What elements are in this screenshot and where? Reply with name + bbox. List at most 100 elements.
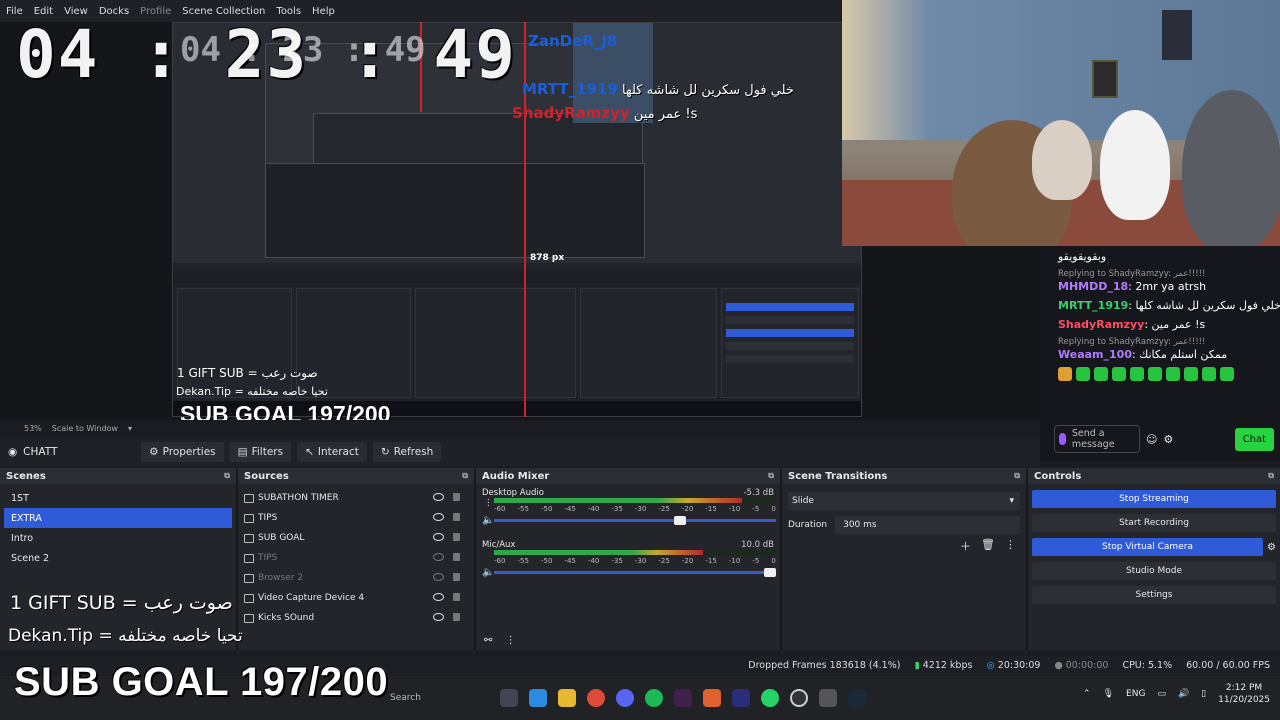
chrome-icon[interactable] bbox=[587, 689, 605, 707]
transition-select[interactable]: Slide ▾ bbox=[788, 492, 1020, 510]
lock-icon[interactable] bbox=[453, 613, 460, 621]
meter-tick: -30 bbox=[634, 505, 647, 513]
whatsapp-icon[interactable] bbox=[761, 689, 779, 707]
chat-button[interactable]: Chat bbox=[1234, 427, 1274, 451]
trash-icon[interactable]: 🗑 bbox=[981, 538, 995, 554]
stop-virtual-camera-button[interactable]: Stop Virtual Camera bbox=[1032, 538, 1264, 556]
app-icon[interactable] bbox=[674, 689, 692, 707]
meter-tick: -10 bbox=[728, 557, 741, 565]
scene-item[interactable]: Scene 2 bbox=[4, 548, 232, 568]
chat-send-input[interactable]: Send a message bbox=[1054, 425, 1140, 453]
volume-slider[interactable] bbox=[494, 516, 776, 525]
source-item[interactable]: Kicks SOund bbox=[238, 608, 474, 628]
lock-icon[interactable] bbox=[453, 593, 460, 601]
dock-float-icon[interactable]: ⧉ bbox=[1014, 471, 1020, 481]
lock-icon[interactable] bbox=[453, 533, 460, 541]
dock-float-icon[interactable]: ⧉ bbox=[224, 471, 230, 481]
eye-hidden-icon[interactable] bbox=[433, 553, 444, 561]
lock-icon[interactable] bbox=[453, 573, 460, 581]
source-item[interactable]: Video Capture Device 4 bbox=[238, 588, 474, 608]
dock-float-icon[interactable]: ⧉ bbox=[462, 471, 468, 481]
zoom-bar: 53% Scale to Window ▾ bbox=[0, 420, 1040, 436]
source-item[interactable]: SUB GOAL bbox=[238, 528, 474, 548]
source-item[interactable]: SUBATHON TIMER bbox=[238, 488, 474, 508]
link-icon[interactable]: ⚯ bbox=[484, 635, 492, 646]
dock-float-icon[interactable]: ⧉ bbox=[768, 471, 774, 481]
kebab-menu-icon[interactable]: ⋮ bbox=[484, 498, 493, 508]
scene-item[interactable]: Intro bbox=[4, 528, 232, 548]
menu-profile[interactable]: Profile bbox=[140, 6, 171, 17]
volume-slider[interactable] bbox=[494, 568, 776, 577]
obs-icon[interactable] bbox=[790, 689, 808, 707]
source-item[interactable]: TIPS bbox=[238, 508, 474, 528]
virtual-camera-row: Stop Virtual Camera ⚙ bbox=[1028, 532, 1276, 556]
eye-icon[interactable] bbox=[433, 613, 444, 621]
language-indicator[interactable]: ENG bbox=[1126, 689, 1145, 699]
plus-icon[interactable]: ＋ bbox=[960, 538, 971, 554]
battery-icon[interactable]: ▯ bbox=[1201, 689, 1206, 699]
network-icon[interactable]: ▭ bbox=[1157, 689, 1166, 699]
eye-icon[interactable] bbox=[433, 533, 444, 541]
studio-mode-button[interactable]: Studio Mode bbox=[1032, 562, 1276, 580]
source-item[interactable]: Browser 2 bbox=[238, 568, 474, 588]
file-explorer-icon[interactable] bbox=[558, 689, 576, 707]
refresh-button[interactable]: ↻ Refresh bbox=[372, 442, 442, 462]
task-view-icon[interactable] bbox=[500, 689, 518, 707]
eye-hidden-icon[interactable] bbox=[433, 573, 444, 581]
app-icon[interactable] bbox=[819, 689, 837, 707]
menu-edit[interactable]: Edit bbox=[34, 6, 53, 17]
discord-icon[interactable] bbox=[616, 689, 634, 707]
gear-icon[interactable]: ⚙ bbox=[1267, 542, 1276, 553]
dock-float-icon[interactable]: ⧉ bbox=[1268, 471, 1274, 481]
meter-tick: -30 bbox=[634, 557, 647, 565]
chevron-up-icon[interactable]: ⌃ bbox=[1083, 689, 1091, 699]
speaker-icon[interactable]: 🔈 bbox=[482, 515, 494, 526]
volume-icon[interactable]: 🔊 bbox=[1178, 689, 1189, 699]
app-icon[interactable] bbox=[703, 689, 721, 707]
chevron-down-icon[interactable]: ▾ bbox=[128, 424, 132, 433]
kebab-menu-icon[interactable]: ⋮ bbox=[506, 635, 516, 646]
spotify-icon[interactable] bbox=[645, 689, 663, 707]
gear-icon: ⚙ bbox=[149, 446, 159, 458]
settings-button[interactable]: Settings bbox=[1032, 586, 1276, 604]
taskbar-search[interactable]: Search bbox=[390, 693, 421, 703]
speaker-icon[interactable]: 🔈 bbox=[482, 567, 494, 578]
zoom-value[interactable]: 53% bbox=[24, 424, 42, 433]
emote-icon[interactable]: ☺ bbox=[1146, 433, 1157, 446]
scene-item-selected[interactable]: EXTRA bbox=[4, 508, 232, 528]
duration-input[interactable]: 300 ms bbox=[835, 516, 1020, 534]
pointer-icon: ↖ bbox=[305, 446, 314, 458]
menu-file[interactable]: File bbox=[6, 6, 23, 17]
settings-icon[interactable]: ⚙ bbox=[1163, 433, 1173, 446]
interact-button[interactable]: ↖ Interact bbox=[297, 442, 367, 462]
zoom-mode[interactable]: Scale to Window bbox=[52, 424, 118, 433]
scene-item[interactable]: 1ST bbox=[4, 488, 232, 508]
eye-icon[interactable] bbox=[433, 493, 444, 501]
menu-scene-collection[interactable]: Scene Collection bbox=[182, 6, 265, 17]
lock-icon[interactable] bbox=[453, 553, 460, 561]
lock-icon[interactable] bbox=[453, 513, 460, 521]
webcam-feed bbox=[842, 0, 1280, 246]
properties-button[interactable]: ⚙ Properties bbox=[141, 442, 224, 462]
menu-tools[interactable]: Tools bbox=[276, 6, 301, 17]
menu-help[interactable]: Help bbox=[312, 6, 335, 17]
source-item[interactable]: TIPS bbox=[238, 548, 474, 568]
menu-view[interactable]: View bbox=[64, 6, 88, 17]
menu-docks[interactable]: Docks bbox=[99, 6, 129, 17]
eye-icon[interactable] bbox=[433, 593, 444, 601]
stop-streaming-button[interactable]: Stop Streaming bbox=[1032, 490, 1276, 508]
filters-button[interactable]: ▤ Filters bbox=[229, 442, 292, 462]
eye-icon[interactable] bbox=[433, 513, 444, 521]
lock-icon[interactable] bbox=[453, 493, 460, 501]
meter-tick: -45 bbox=[564, 557, 576, 565]
steam-icon[interactable] bbox=[848, 689, 866, 707]
start-recording-button[interactable]: Start Recording bbox=[1032, 514, 1276, 532]
meter-tick: -5 bbox=[752, 505, 760, 513]
mic-icon[interactable]: 🎙 bbox=[1103, 689, 1114, 699]
bitrate: ▮ 4212 kbps bbox=[914, 659, 973, 671]
filter-icon: ▤ bbox=[237, 446, 248, 458]
edge-icon[interactable] bbox=[529, 689, 547, 707]
premiere-icon[interactable] bbox=[732, 689, 750, 707]
kebab-menu-icon[interactable]: ⋮ bbox=[1005, 538, 1016, 554]
clock[interactable]: 2:12 PM 11/20/2025 bbox=[1218, 682, 1270, 706]
